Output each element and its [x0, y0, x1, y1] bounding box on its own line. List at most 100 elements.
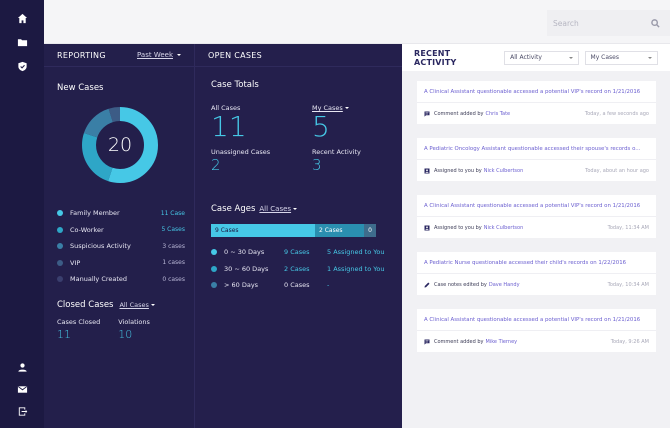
violations-value: 10 [118, 328, 133, 341]
age-range: > 60 Days [224, 281, 259, 290]
nav-profile[interactable] [0, 356, 44, 378]
activity-card-title[interactable]: A Clinical Assistant questionable access… [417, 309, 656, 331]
reporting-header: REPORTING Past Week [44, 44, 194, 67]
mail-icon [17, 385, 27, 393]
legend-dot [57, 276, 63, 283]
chevron-down-icon [150, 304, 155, 306]
open-cases-header: OPEN CASES [195, 44, 402, 67]
activity-card[interactable]: A Clinical Assistant questionable access… [417, 195, 656, 238]
nav-logout[interactable] [0, 400, 44, 422]
age-assigned[interactable]: - [327, 281, 329, 289]
open-cases-title: OPEN CASES [208, 50, 262, 60]
age-dot [211, 265, 217, 272]
pencil-icon [424, 282, 430, 287]
closed-filter-label: All Cases [119, 301, 149, 309]
nav-folder[interactable] [0, 30, 44, 54]
activity-card-footer: Comment added by Chris Tate Today, a few s… [417, 103, 656, 124]
search-box[interactable]: Search [547, 10, 670, 36]
age-cases: 9 Cases [284, 248, 310, 257]
open-cases-panel: OPEN CASES Case Totals All Cases 11 My C… [194, 44, 402, 428]
my-cases-stat[interactable]: My Cases 5 [312, 104, 389, 142]
age-assigned[interactable]: 1 Assigned to You [327, 265, 384, 273]
nav-mail[interactable] [0, 378, 44, 400]
activity-scope-select[interactable]: My Cases [584, 50, 658, 65]
activity-actor-link[interactable]: Chris Tate [485, 111, 510, 117]
activity-card[interactable]: A Clinical Assistant questionable access… [417, 309, 656, 352]
activity-actor-link[interactable]: Mike Tierney [485, 339, 517, 345]
activity-card[interactable]: A Pediatric Nurse questionable accessed … [417, 252, 656, 295]
activity-card-title[interactable]: A Clinical Assistant questionable access… [417, 81, 656, 103]
case-ages-list: 0 ~ 30 Days 9 Cases 5 Assigned to You 30 ~ … [211, 244, 386, 294]
legend-count: 0 cases [162, 275, 185, 283]
age-range: 30 ~ 60 Days [224, 264, 269, 273]
assigned-icon [424, 168, 430, 173]
age-cases: 0 Cases [284, 281, 310, 290]
bar-segment-0-30: 9 Cases [211, 224, 315, 237]
case-age-row[interactable]: 0 ~ 30 Days 9 Cases 5 Assigned to You [211, 244, 386, 261]
nav-shield[interactable] [0, 54, 44, 78]
activity-type-value: All Activity [510, 54, 542, 61]
icon-nav [0, 0, 44, 428]
age-cases: 2 Cases [284, 264, 310, 273]
cases-closed-stat: Cases Closed 11 [57, 318, 100, 341]
closed-cases-section: Closed Cases All Cases Cases Closed 11 V… [57, 300, 187, 341]
cases-closed-value: 11 [57, 328, 71, 341]
unassigned-stat[interactable]: Unassigned Cases 2 [211, 148, 312, 174]
legend-row[interactable]: Co-Worker 5 Cases [57, 222, 185, 239]
logout-icon [18, 406, 27, 416]
age-dot [211, 249, 217, 256]
nav-home[interactable] [0, 6, 44, 30]
search-input[interactable]: Search [553, 19, 579, 28]
activity-action: Comment added by [434, 110, 484, 117]
recent-activity-stat[interactable]: Recent Activity 3 [312, 148, 389, 174]
ages-filter-label: All Cases [259, 205, 292, 213]
chevron-down-icon [344, 107, 349, 109]
activity-card[interactable]: A Clinical Assistant questionable access… [417, 81, 656, 124]
activity-card-title[interactable]: A Pediatric Nurse questionable accessed … [417, 252, 656, 274]
case-type-legend: Family Member 11 Case Co-Worker 5 Cases Susp… [57, 205, 185, 288]
case-ages-filter[interactable]: All Cases [259, 205, 298, 213]
legend-label: Family Member [70, 209, 120, 218]
case-age-row[interactable]: > 60 Days 0 Cases - [211, 277, 386, 294]
age-assigned[interactable]: 5 Assigned to You [327, 248, 384, 256]
closed-cases-filter[interactable]: All Cases [119, 301, 155, 309]
all-cases-stat[interactable]: All Cases 11 [211, 104, 312, 142]
violations-label: Violations [118, 318, 150, 326]
legend-row[interactable]: VIP 1 cases [57, 255, 185, 272]
activity-actor-link[interactable]: Nick Culbertson [484, 168, 524, 174]
legend-label: Co-Worker [70, 225, 104, 234]
activity-card-footer: Case notes edited by Dave Handy Today, 10:… [417, 274, 656, 295]
legend-row[interactable]: Suspicious Activity 3 cases [57, 238, 185, 255]
chevron-down-icon [177, 54, 181, 56]
activity-card-footer: Comment added by Mike Tierney Today, 9:26 … [417, 331, 656, 352]
legend-count: 1 cases [162, 259, 185, 267]
legend-dot [57, 226, 63, 233]
legend-count: 11 Case [160, 209, 185, 217]
recent-activity-value: 3 [312, 156, 322, 174]
activity-action: Assigned to you by [434, 224, 482, 231]
activity-actor-link[interactable]: Dave Handy [489, 282, 520, 288]
activity-card-title[interactable]: A Clinical Assistant questionable access… [417, 195, 656, 217]
legend-row[interactable]: Family Member 11 Case [57, 205, 185, 222]
legend-dot [57, 210, 63, 217]
period-dropdown[interactable]: Past Week [137, 51, 181, 59]
legend-count: 3 cases [162, 242, 185, 250]
activity-card[interactable]: A Pediatric Oncology Assistant questiona… [417, 138, 656, 181]
activity-action: Case notes edited by [434, 281, 487, 288]
reporting-title: REPORTING [57, 50, 106, 60]
activity-card-title[interactable]: A Pediatric Oncology Assistant questiona… [417, 138, 656, 160]
legend-label: Manually Created [70, 275, 128, 284]
violations-stat: Violations 10 [118, 318, 150, 341]
activity-action: Assigned to you by [434, 167, 482, 174]
activity-type-select[interactable]: All Activity [504, 50, 579, 65]
legend-row[interactable]: Manually Created 0 cases [57, 271, 185, 288]
case-age-row[interactable]: 30 ~ 60 Days 2 Cases 1 Assigned to You [211, 261, 386, 278]
recent-activity-panel: RECENT ACTIVITY All Activity My Cases A … [402, 44, 670, 428]
period-label: Past Week [137, 51, 173, 59]
reporting-panel: REPORTING Past Week New Cases 20 Family … [44, 44, 194, 428]
closed-cases-title: Closed Cases [57, 300, 114, 310]
activity-actor-link[interactable]: Nick Culbertson [484, 225, 524, 231]
comment-icon [424, 339, 430, 345]
assigned-icon [424, 225, 430, 230]
search-icon[interactable] [651, 18, 660, 28]
